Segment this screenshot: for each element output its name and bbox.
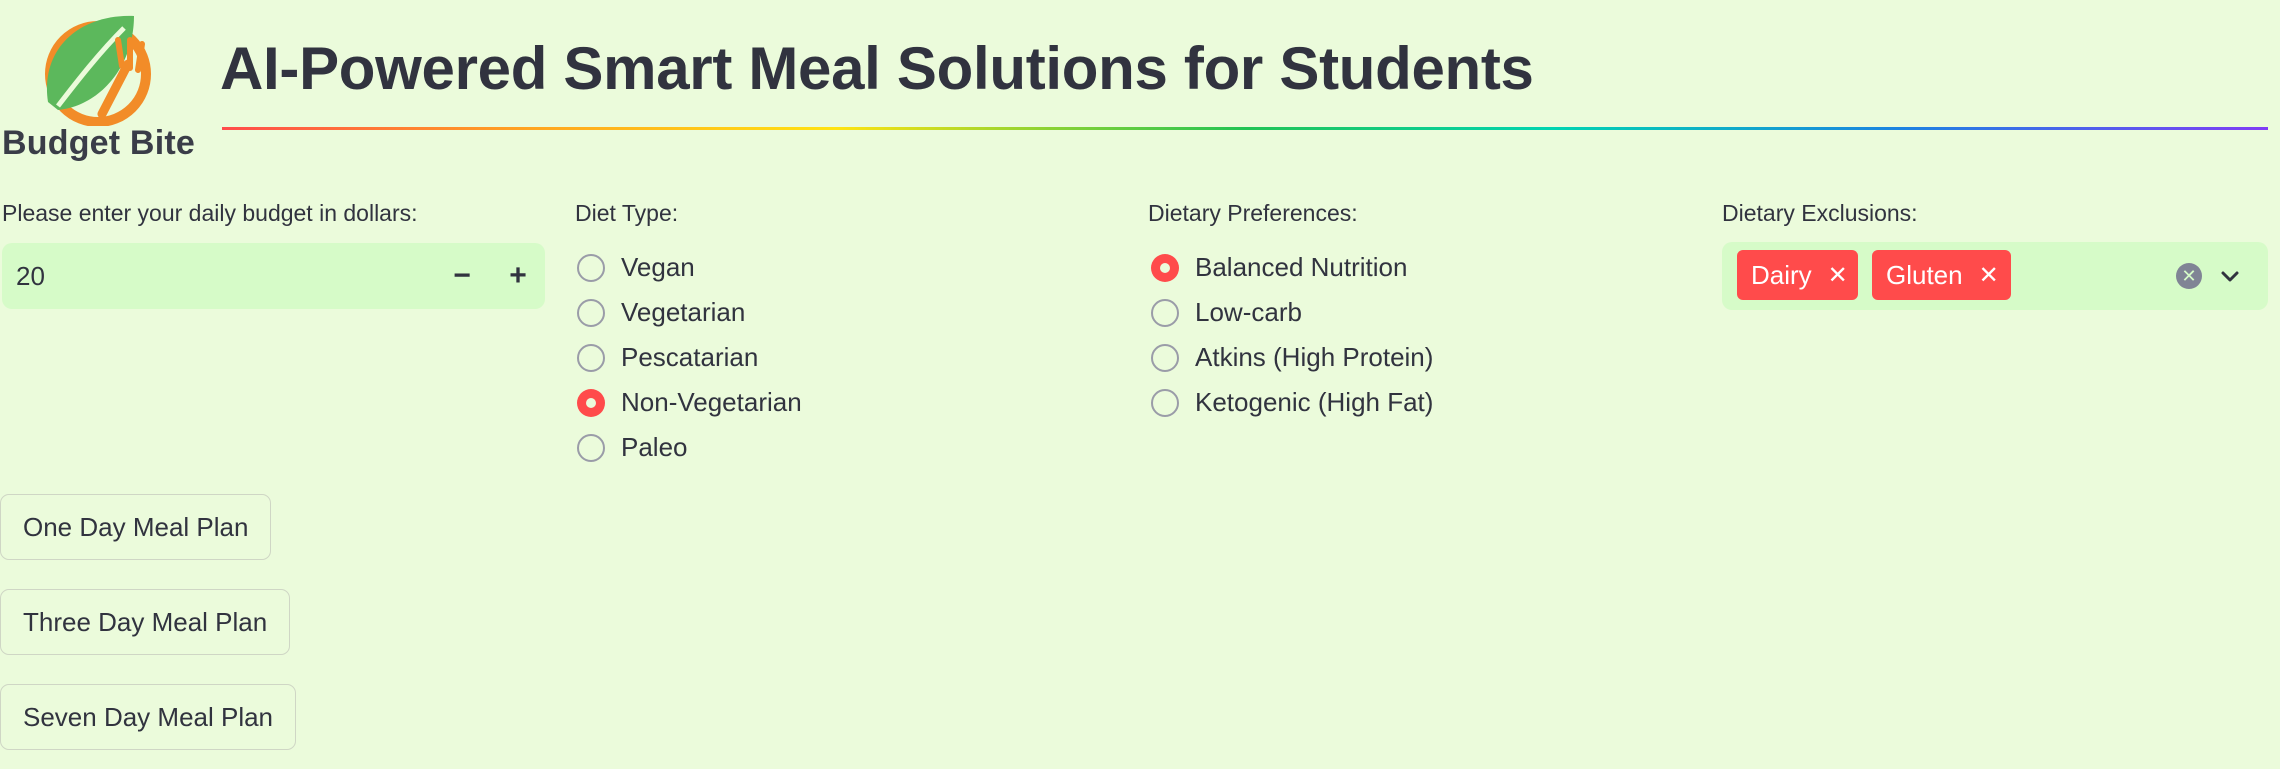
radio-button[interactable] [577,433,605,462]
radio-button[interactable] [1151,388,1179,417]
radio-button-selected[interactable] [577,388,605,417]
exclusions-multiselect[interactable]: Dairy ✕ Gluten ✕ ✕ [1722,242,2268,310]
increment-button[interactable]: + [496,254,540,298]
brand-logo: Budget Bite [0,8,200,162]
exclusions-label: Dietary Exclusions: [1722,200,1918,226]
radio-button[interactable] [577,298,605,327]
decrement-button[interactable]: − [440,254,484,298]
radio-option-low-carb[interactable]: Low-carb [1151,290,1433,335]
seven-day-plan-button[interactable]: Seven Day Meal Plan [0,684,297,750]
logo-text: Budget Bite [2,124,195,162]
radio-option-balanced[interactable]: Balanced Nutrition [1151,245,1433,290]
leaf-fork-logo-icon [45,15,151,126]
radio-label: Paleo [621,432,688,462]
radio-label: Ketogenic (High Fat) [1195,387,1434,417]
radio-option-non-vegetarian[interactable]: Non-Vegetarian [577,380,802,425]
radio-button[interactable] [577,343,605,372]
radio-label: Low-carb [1195,297,1302,327]
radio-option-pescatarian[interactable]: Pescatarian [577,335,802,380]
diet-type-label: Diet Type: [575,200,679,226]
diet-type-radio-group: Vegan Vegetarian Pescatarian Non-Vegetar… [577,245,802,470]
radio-option-vegan[interactable]: Vegan [577,245,802,290]
budget-label: Please enter your daily budget in dollar… [2,200,418,226]
preferences-radio-group: Balanced Nutrition Low-carb Atkins (High… [1151,245,1433,425]
radio-option-atkins[interactable]: Atkins (High Protein) [1151,335,1433,380]
radio-label: Vegetarian [621,297,746,327]
page-title: AI-Powered Smart Meal Solutions for Stud… [220,35,1534,102]
radio-option-vegetarian[interactable]: Vegetarian [577,290,802,335]
tag-gluten: Gluten ✕ [1872,250,2011,300]
three-day-plan-button[interactable]: Three Day Meal Plan [0,589,291,655]
radio-button[interactable] [1151,343,1179,372]
radio-label: Vegan [621,252,695,282]
preferences-label: Dietary Preferences: [1148,200,1358,226]
chevron-down-icon[interactable] [2218,264,2242,288]
radio-button[interactable] [1151,298,1179,327]
budget-number-input[interactable]: 20 − + [2,243,545,309]
tag-dairy: Dairy ✕ [1737,250,1858,300]
radio-button-selected[interactable] [1151,253,1179,282]
radio-label: Balanced Nutrition [1195,252,1408,282]
budget-value[interactable]: 20 [16,261,45,292]
radio-label: Atkins (High Protein) [1195,342,1434,372]
radio-option-ketogenic[interactable]: Ketogenic (High Fat) [1151,380,1433,425]
clear-circle-icon[interactable]: ✕ [2176,263,2202,289]
radio-label: Non-Vegetarian [621,387,802,417]
remove-tag-icon[interactable]: ✕ [1828,261,1848,290]
tag-label: Dairy [1751,259,1812,290]
one-day-plan-button[interactable]: One Day Meal Plan [0,494,272,560]
tag-label: Gluten [1886,259,1963,290]
title-divider [222,127,2268,130]
radio-option-paleo[interactable]: Paleo [577,425,802,470]
radio-label: Pescatarian [621,342,759,372]
remove-tag-icon[interactable]: ✕ [1979,261,1999,290]
radio-button[interactable] [577,253,605,282]
